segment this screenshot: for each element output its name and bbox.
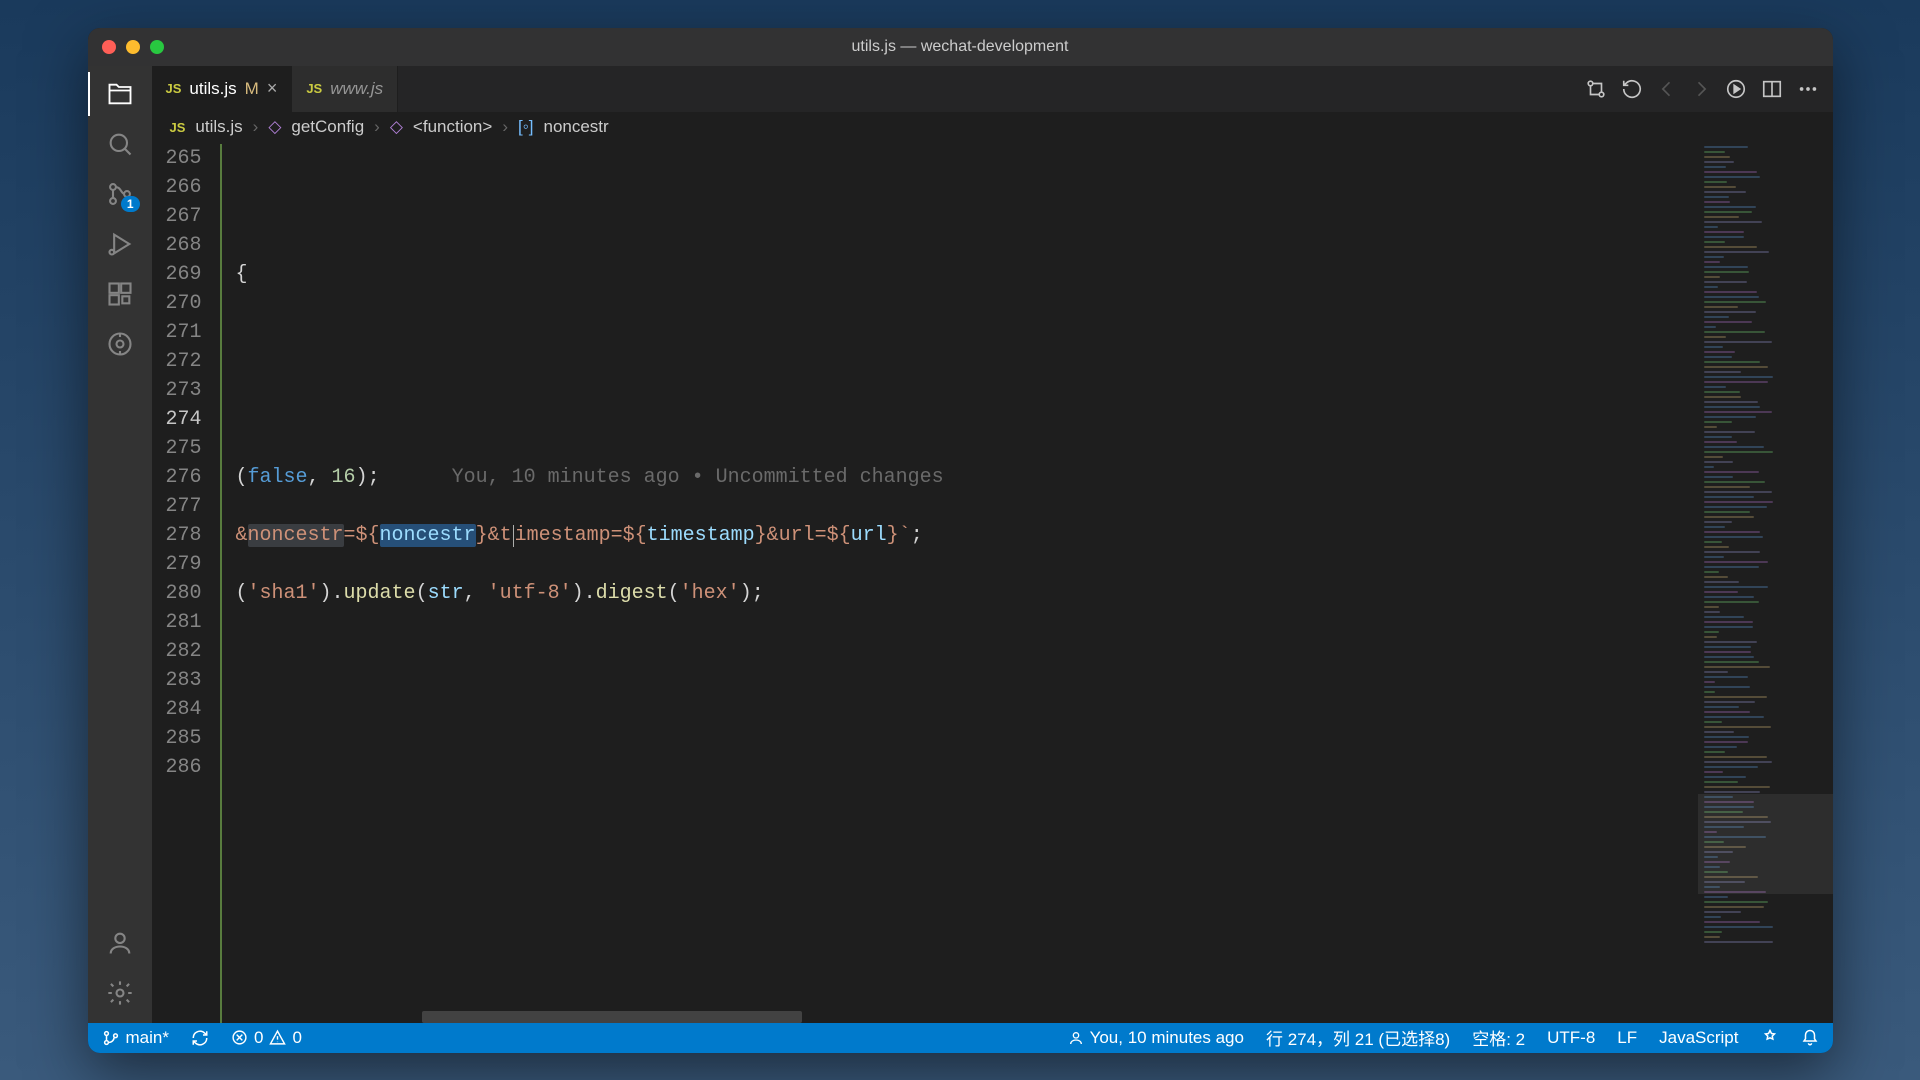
compare-changes-icon[interactable] — [1585, 78, 1607, 100]
editor-group: JS utils.js M × JS www.js — [152, 66, 1833, 1023]
code-line[interactable] — [236, 695, 1697, 724]
tabs: JS utils.js M × JS www.js — [152, 66, 399, 112]
code-line[interactable] — [236, 376, 1697, 405]
run-file-icon[interactable] — [1725, 78, 1747, 100]
code-content[interactable]: { (false, 16); You, 10 minutes ago • Unc… — [222, 144, 1697, 1023]
code-line[interactable] — [236, 666, 1697, 695]
code-line[interactable] — [236, 753, 1697, 782]
chevron-right-icon: › — [253, 117, 259, 137]
cursor-position[interactable]: 行 274，列 21 (已选择8) — [1266, 1025, 1450, 1050]
account-icon[interactable] — [104, 927, 136, 959]
blame-text: You, 10 minutes ago — [1090, 1028, 1244, 1048]
code-line[interactable] — [236, 811, 1697, 840]
minimap[interactable] — [1697, 144, 1833, 1023]
tab-label: utils.js — [189, 79, 236, 99]
breadcrumb-seg[interactable]: noncestr — [543, 117, 608, 137]
horizontal-scrollbar[interactable] — [422, 1011, 802, 1023]
scm-badge: 1 — [121, 196, 140, 212]
code-line[interactable] — [236, 202, 1697, 231]
window-title: utils.js — wechat-development — [852, 38, 1069, 56]
tabs-row: JS utils.js M × JS www.js — [152, 66, 1833, 112]
search-icon[interactable] — [104, 128, 136, 160]
close-window-button[interactable] — [102, 40, 116, 54]
extensions-icon[interactable] — [104, 278, 136, 310]
vscode-window: utils.js — wechat-development 1 — [88, 28, 1833, 1053]
js-file-icon: JS — [170, 120, 186, 135]
explorer-icon[interactable] — [104, 78, 136, 110]
chevron-right-icon: › — [374, 117, 380, 137]
blame-status[interactable]: You, 10 minutes ago — [1068, 1028, 1244, 1048]
code-line[interactable] — [236, 289, 1697, 318]
symbol-method-icon: ◇ — [268, 117, 281, 137]
code-line[interactable] — [236, 434, 1697, 463]
js-file-icon: JS — [166, 81, 182, 96]
editor-actions — [1585, 66, 1833, 112]
code-line[interactable] — [236, 637, 1697, 666]
settings-gear-icon[interactable] — [104, 977, 136, 1009]
code-line[interactable]: { — [236, 260, 1697, 289]
editor-wrap: 2652662672682692702712722732742752762772… — [152, 144, 1833, 1023]
code-line[interactable] — [236, 405, 1697, 434]
breadcrumb-seg[interactable]: <function> — [413, 117, 492, 137]
code-line[interactable] — [236, 550, 1697, 579]
problems[interactable]: 0 0 — [231, 1028, 302, 1048]
code-line[interactable] — [236, 231, 1697, 260]
code-line[interactable]: (false, 16); You, 10 minutes ago • Uncom… — [236, 463, 1697, 492]
tab-utils-js[interactable]: JS utils.js M × — [152, 66, 293, 112]
breadcrumb-file[interactable]: utils.js — [195, 117, 242, 137]
symbol-method-icon: ◇ — [390, 117, 403, 137]
nav-back-icon[interactable] — [1657, 79, 1677, 99]
minimize-window-button[interactable] — [126, 40, 140, 54]
branch-name: main* — [126, 1028, 169, 1048]
line-gutter: 2652662672682692702712722732742752762772… — [152, 144, 222, 1023]
source-control-icon[interactable]: 1 — [104, 178, 136, 210]
window-body: 1 JS uti — [88, 66, 1833, 1023]
code-line[interactable] — [236, 724, 1697, 753]
run-debug-icon[interactable] — [104, 228, 136, 260]
sync-button[interactable] — [191, 1029, 209, 1047]
code-line[interactable] — [236, 492, 1697, 521]
chevron-right-icon: › — [502, 117, 508, 137]
eol[interactable]: LF — [1617, 1028, 1637, 1048]
error-count: 0 — [254, 1028, 263, 1048]
code-line[interactable] — [236, 608, 1697, 637]
breadcrumb[interactable]: JS utils.js › ◇ getConfig › ◇ <function>… — [152, 112, 1833, 144]
code-line[interactable] — [236, 318, 1697, 347]
status-bar: main* 0 0 You, 10 minutes ago 行 274，列 21… — [88, 1023, 1833, 1053]
revert-icon[interactable] — [1621, 78, 1643, 100]
encoding[interactable]: UTF-8 — [1547, 1028, 1595, 1048]
code-line[interactable]: ('sha1').update(str, 'utf-8').digest('he… — [236, 579, 1697, 608]
code-line[interactable]: &noncestr=${noncestr}&timestamp=${timest… — [236, 521, 1697, 550]
code-line[interactable] — [236, 782, 1697, 811]
nav-forward-icon[interactable] — [1691, 79, 1711, 99]
maximize-window-button[interactable] — [150, 40, 164, 54]
code-line[interactable] — [236, 347, 1697, 376]
git-branch[interactable]: main* — [102, 1028, 169, 1048]
breadcrumb-seg[interactable]: getConfig — [291, 117, 364, 137]
more-actions-icon[interactable] — [1797, 78, 1819, 100]
titlebar: utils.js — wechat-development — [88, 28, 1833, 66]
tab-www-js[interactable]: JS www.js — [292, 66, 398, 112]
split-editor-icon[interactable] — [1761, 78, 1783, 100]
window-controls — [102, 40, 164, 54]
warning-count: 0 — [292, 1028, 301, 1048]
close-tab-icon[interactable]: × — [267, 78, 278, 99]
gitlens-icon[interactable] — [104, 328, 136, 360]
notifications-icon[interactable] — [1801, 1029, 1819, 1047]
code-editor[interactable]: 2652662672682692702712722732742752762772… — [152, 144, 1697, 1023]
modified-indicator: M — [245, 79, 259, 99]
indentation[interactable]: 空格: 2 — [1472, 1025, 1525, 1050]
feedback-icon[interactable] — [1761, 1029, 1779, 1047]
language-mode[interactable]: JavaScript — [1659, 1028, 1738, 1048]
js-file-icon: JS — [306, 81, 322, 96]
activity-bar: 1 — [88, 66, 152, 1023]
symbol-field-icon: [◦] — [518, 117, 533, 137]
tab-label: www.js — [330, 79, 383, 99]
